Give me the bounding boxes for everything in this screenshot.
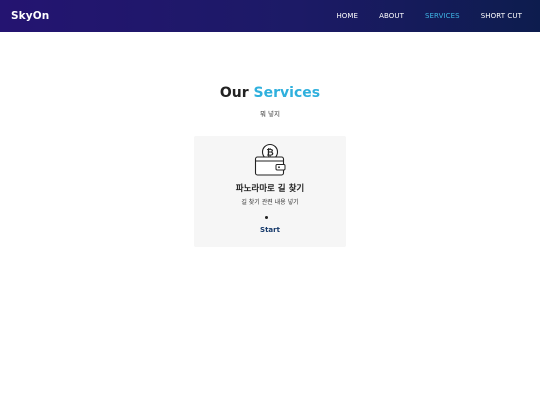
bullet-dot	[265, 216, 268, 219]
section-title-prefix: Our	[219, 85, 249, 101]
wallet-icon: ₿	[252, 143, 288, 177]
brand-logo[interactable]: SkyOn	[11, 10, 49, 22]
top-navbar: SkyOn HOME ABOUT SERVICES SHORT CUT	[0, 0, 540, 32]
section-subtitle: 뭐 넣지	[259, 110, 280, 118]
nav-item-services[interactable]: SERVICES	[425, 12, 460, 20]
start-link[interactable]: Start	[194, 226, 346, 234]
card-title: 파노라마로 길 찾기	[235, 184, 305, 194]
section-title-accent: Services	[253, 85, 321, 101]
section-title: Our Services	[0, 85, 540, 101]
nav-item-home[interactable]: HOME	[336, 12, 358, 20]
card-description: 길 찾기 관련 내용 넣기	[241, 199, 299, 206]
nav-item-short-cut[interactable]: SHORT CUT	[481, 12, 522, 20]
nav-item-about[interactable]: ABOUT	[379, 12, 404, 20]
service-card: ₿ 파노라마로 길 찾기 길 찾기 관련 내용 넣기 Start	[194, 136, 346, 247]
nav-menu: HOME ABOUT SERVICES SHORT CUT	[315, 12, 522, 20]
